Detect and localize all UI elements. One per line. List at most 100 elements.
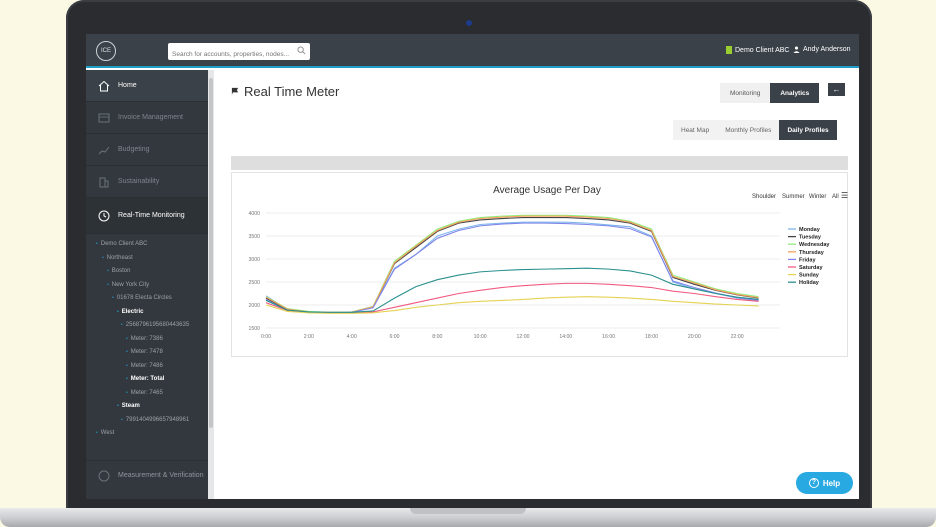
chart-title: Average Usage Per Day bbox=[493, 185, 601, 196]
view-tabs: Monitoring Analytics bbox=[720, 83, 820, 103]
home-icon bbox=[98, 80, 110, 91]
tree-node[interactable]: 01678 Electa Circles bbox=[86, 292, 208, 306]
x-tick-label: 22:00 bbox=[731, 334, 744, 340]
legend-item: Friday bbox=[799, 257, 816, 263]
legend-item: Holiday bbox=[799, 280, 820, 286]
tab-heat-map[interactable]: Heat Map bbox=[673, 120, 718, 140]
tree-node[interactable]: Meter: 7465 bbox=[86, 387, 208, 401]
gauge-icon bbox=[98, 470, 110, 481]
sidebar-item-home[interactable]: Home bbox=[86, 70, 208, 102]
series-line-friday bbox=[265, 222, 759, 314]
series-line-tuesday bbox=[265, 217, 759, 314]
y-tick-label: 2000 bbox=[248, 303, 260, 309]
y-tick-label: 3500 bbox=[248, 234, 260, 240]
camera-dot bbox=[466, 20, 472, 26]
profile-tabs: Heat Map Monthly Profiles Daily Profiles bbox=[673, 120, 837, 140]
x-tick-label: 16:00 bbox=[602, 334, 615, 340]
back-button[interactable]: ← bbox=[828, 83, 845, 96]
series-line-saturday bbox=[265, 282, 759, 314]
filter-shoulder[interactable]: Shoulder bbox=[752, 194, 776, 200]
tree-node[interactable]: 2568796195680443635 bbox=[86, 319, 208, 333]
sidebar-item-label: Invoice Management bbox=[118, 114, 183, 121]
help-label: Help bbox=[822, 478, 841, 488]
sidebar-item-invoice-management[interactable]: Invoice Management bbox=[86, 102, 208, 134]
tree-node[interactable]: Meter: 7486 bbox=[86, 360, 208, 374]
sidebar-item-label: Real-Time Monitoring bbox=[118, 212, 185, 219]
sidebar-item-sustainability[interactable]: Sustainability bbox=[86, 166, 208, 198]
sidebar: Home Invoice Management Budgeting Sustai… bbox=[86, 70, 208, 499]
x-tick-label: 14:00 bbox=[559, 334, 572, 340]
filter-winter[interactable]: Winter bbox=[809, 194, 826, 200]
tree-node[interactable]: Meter: 7386 bbox=[86, 333, 208, 347]
tree-node-selected[interactable]: Meter: Total bbox=[86, 373, 208, 387]
tab-monthly-profiles[interactable]: Monthly Profiles bbox=[717, 120, 780, 140]
help-button[interactable]: ? Help bbox=[796, 472, 853, 494]
user-icon bbox=[793, 46, 800, 53]
filter-summer[interactable]: Summer bbox=[782, 194, 805, 200]
tab-daily-profiles[interactable]: Daily Profiles bbox=[779, 120, 837, 140]
sidebar-scrollbar[interactable] bbox=[208, 70, 214, 499]
tree-node[interactable]: Steam bbox=[86, 400, 208, 414]
page-title-text: Real Time Meter bbox=[244, 84, 340, 99]
filter-all[interactable]: All bbox=[832, 194, 839, 200]
usage-line-chart: Average Usage Per Day Shoulder Summer Wi… bbox=[248, 185, 848, 340]
page-title: Real Time Meter bbox=[231, 84, 339, 99]
sidebar-item-label: Home bbox=[118, 82, 137, 89]
question-icon: ? bbox=[808, 478, 819, 488]
tree-node[interactable]: Demo Client ABC bbox=[86, 238, 208, 252]
x-tick-label: 4:00 bbox=[347, 334, 357, 340]
client-selector[interactable]: Demo Client ABC bbox=[726, 46, 789, 54]
legend-item: Thursday bbox=[799, 250, 825, 256]
legend-item: Saturday bbox=[799, 265, 823, 271]
building-icon bbox=[99, 177, 109, 187]
x-tick-label: 8:00 bbox=[432, 334, 442, 340]
legend-item: Wednesday bbox=[799, 242, 830, 248]
tree-node[interactable]: Meter: 7478 bbox=[86, 346, 208, 360]
app-logo[interactable]: ICE bbox=[96, 41, 116, 61]
client-name: Demo Client ABC bbox=[735, 46, 790, 54]
tree-node[interactable]: 7991404996657948961 bbox=[86, 414, 208, 428]
budget-chart-icon bbox=[98, 146, 110, 154]
tree-node[interactable]: West bbox=[86, 427, 208, 441]
sidebar-item-label: Sustainability bbox=[118, 178, 160, 185]
tab-monitoring[interactable]: Monitoring bbox=[720, 83, 771, 103]
x-tick-label: 20:00 bbox=[688, 334, 701, 340]
arrow-left-icon: ← bbox=[832, 85, 841, 94]
site-tree: Demo Client ABC Northeast Boston New Yor… bbox=[86, 234, 208, 445]
tree-node[interactable]: Electric bbox=[86, 306, 208, 320]
series-line-thursday bbox=[265, 215, 759, 313]
legend-item: Sunday bbox=[799, 273, 820, 279]
y-tick-label: 3000 bbox=[248, 257, 260, 263]
y-tick-label: 2500 bbox=[248, 280, 260, 286]
x-tick-label: 12:00 bbox=[517, 334, 530, 340]
search-icon[interactable] bbox=[297, 46, 306, 55]
x-tick-label: 2:00 bbox=[304, 334, 314, 340]
tab-analytics[interactable]: Analytics bbox=[770, 83, 820, 103]
x-tick-label: 0:00 bbox=[261, 334, 271, 340]
chart-card: Average Usage Per Day Shoulder Summer Wi… bbox=[231, 172, 848, 357]
tree-node[interactable]: New York City bbox=[86, 279, 208, 293]
series-line-wednesday bbox=[265, 214, 759, 313]
search-box[interactable] bbox=[168, 43, 310, 63]
x-tick-label: 10:00 bbox=[474, 334, 487, 340]
sidebar-item-label: Budgeting bbox=[118, 146, 150, 153]
y-tick-label: 1500 bbox=[248, 326, 260, 332]
sidebar-item-real-time-monitoring[interactable]: Real-Time Monitoring bbox=[86, 198, 208, 234]
x-tick-label: 6:00 bbox=[389, 334, 399, 340]
user-menu[interactable]: Andy Anderson bbox=[793, 46, 850, 53]
y-tick-label: 4000 bbox=[248, 211, 260, 217]
tree-node[interactable]: Northeast bbox=[86, 252, 208, 266]
sidebar-item-label: Measurement & Verification bbox=[118, 472, 204, 479]
invoice-icon bbox=[98, 113, 110, 122]
chart-menu-icon[interactable]: ☰ bbox=[841, 191, 848, 200]
x-tick-label: 18:00 bbox=[645, 334, 658, 340]
scroll-thumb[interactable] bbox=[209, 78, 213, 428]
user-name: Andy Anderson bbox=[803, 46, 851, 53]
legend-item: Monday bbox=[799, 227, 821, 233]
sidebar-item-measurement-verification[interactable]: Measurement & Verification bbox=[86, 460, 208, 490]
sidebar-item-budgeting[interactable]: Budgeting bbox=[86, 134, 208, 166]
app-screen: ICE Demo Client ABC Andy Anderson Ho bbox=[86, 34, 859, 499]
clock-icon bbox=[98, 210, 110, 221]
tree-node[interactable]: Boston bbox=[86, 265, 208, 279]
search-input[interactable] bbox=[168, 46, 293, 63]
